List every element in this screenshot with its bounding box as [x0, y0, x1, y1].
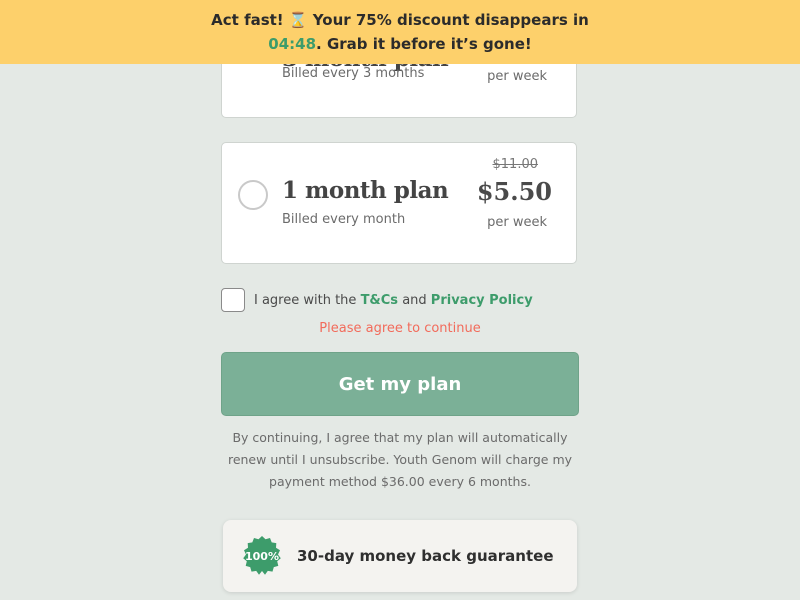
plan-billing-text: Billed every 3 months	[282, 66, 425, 81]
countdown-timer: 04:48	[268, 35, 317, 53]
renewal-terms-text: By continuing, I agree that my plan will…	[227, 430, 573, 489]
agree-and: and	[402, 292, 427, 308]
agreement-row: I agree with the T&Cs and Privacy Policy	[221, 288, 533, 312]
banner-line-2: 04:48. Grab it before it’s gone!	[268, 32, 531, 56]
get-my-plan-button[interactable]: Get my plan	[221, 352, 579, 416]
agree-checkbox[interactable]	[221, 288, 245, 312]
banner-line-1: Act fast! ⌛ Your 75% discount disappears…	[211, 11, 589, 29]
plan-price: $5.50	[476, 177, 552, 206]
agree-error-message: Please agree to continue	[319, 321, 481, 336]
privacy-policy-link[interactable]: Privacy Policy	[431, 293, 533, 308]
plan-radio-1-month[interactable]	[238, 180, 268, 210]
discount-banner: Act fast! ⌛ Your 75% discount disappears…	[0, 0, 800, 64]
guarantee-badge-label: 100%	[245, 549, 279, 563]
plan-billing-text: Billed every month	[282, 212, 406, 227]
plan-name: 1 month plan	[282, 177, 449, 204]
plan-per-week: per week	[487, 69, 547, 84]
agree-prefix: I agree with the	[254, 292, 357, 308]
banner-line-2-text: . Grab it before it’s gone!	[316, 35, 532, 53]
plan-per-week: per week	[487, 215, 547, 230]
money-back-guarantee: 100% 30-day money back guarantee	[223, 520, 577, 592]
plan-old-price: $11.00	[492, 157, 539, 172]
terms-link[interactable]: T&Cs	[361, 293, 398, 308]
guarantee-badge-icon: 100%	[241, 535, 283, 577]
guarantee-text: 30-day money back guarantee	[297, 547, 554, 565]
plan-card-1-month[interactable]: 1 month plan Billed every month $11.00 $…	[221, 142, 577, 264]
